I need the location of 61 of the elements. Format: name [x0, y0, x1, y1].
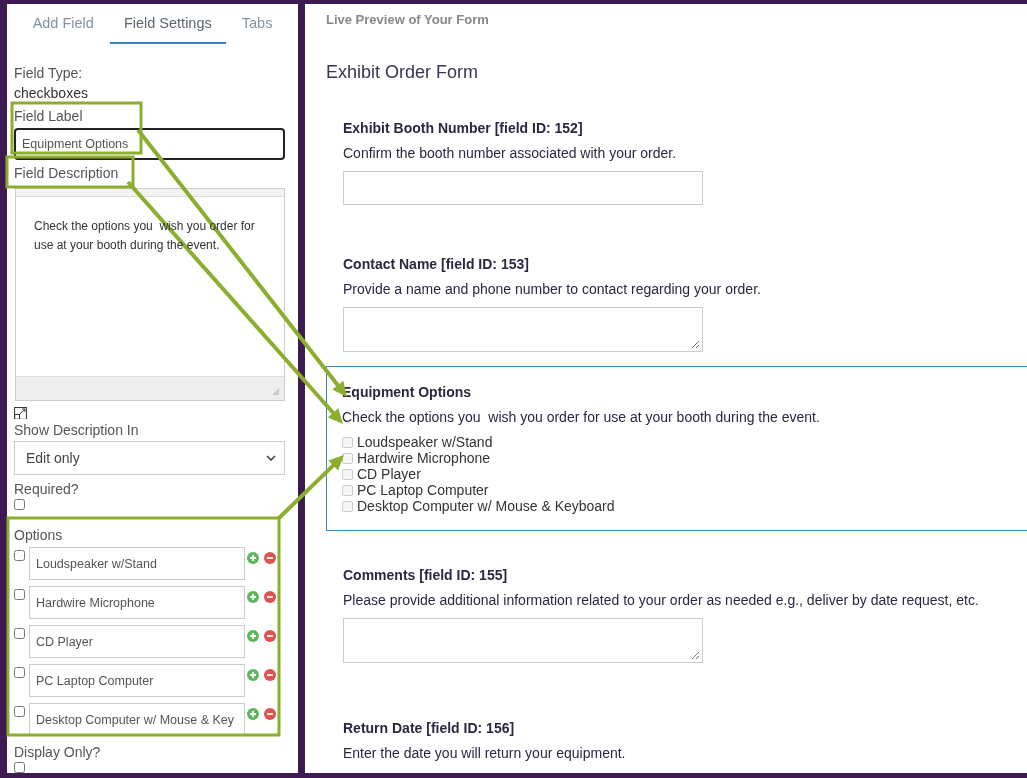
field-label: Return Date [field ID: 156]: [343, 719, 516, 737]
field-description: Check the options you wish you order for use at your booth during the event.: [342, 408, 821, 426]
add-icon[interactable]: [247, 630, 259, 642]
option-label: CD Player: [357, 466, 421, 482]
show-description-select[interactable]: Edit only: [14, 441, 285, 475]
field-label: Exhibit Booth Number [field ID: 152]: [343, 119, 584, 137]
add-icon[interactable]: [247, 552, 259, 564]
tab[interactable]: Field Settings: [109, 4, 226, 44]
remove-icon[interactable]: [264, 591, 276, 603]
option-checkbox[interactable]: [14, 706, 25, 717]
field-description-label: Field Description: [14, 163, 119, 183]
option-input[interactable]: Desktop Computer w/ Mouse & Key: [29, 703, 245, 736]
checkbox[interactable]: [342, 452, 353, 464]
option-label: Desktop Computer w/ Mouse & Keyboard: [357, 498, 615, 514]
option-label: Loudspeaker w/Stand: [357, 434, 493, 450]
option-input[interactable]: PC Laptop Computer: [29, 664, 245, 697]
option-checkbox[interactable]: [14, 550, 25, 561]
option-checkbox[interactable]: [14, 667, 25, 678]
field-label-label: Field Label: [14, 107, 83, 127]
text-field[interactable]: [343, 171, 703, 205]
remove-icon[interactable]: [264, 552, 276, 564]
remove-icon[interactable]: [264, 708, 276, 720]
field-description: Provide a name and phone number to contact regarding your order.: [343, 280, 762, 298]
expand-icon[interactable]: [14, 406, 27, 420]
options-label: Options: [14, 526, 63, 545]
remove-icon[interactable]: [264, 669, 276, 681]
checkbox[interactable]: [342, 484, 353, 496]
checkbox[interactable]: [342, 500, 353, 512]
option-checkbox[interactable]: [14, 589, 25, 600]
add-icon[interactable]: [247, 708, 259, 720]
option-label: Hardwire Microphone: [357, 450, 491, 466]
show-description-label: Show Description In: [14, 421, 139, 441]
field-label: Contact Name [field ID: 153]: [343, 255, 530, 273]
display-only-checkbox[interactable]: [14, 762, 25, 773]
option-checkbox[interactable]: [14, 628, 25, 639]
field-type-label: Field Type:: [14, 64, 83, 84]
option-input[interactable]: Loudspeaker w/Stand: [29, 547, 245, 580]
resize-grip-icon: [691, 340, 700, 349]
field-type-value: checkboxes: [14, 84, 89, 104]
field-label: Comments [field ID: 155]: [343, 566, 509, 584]
preview-header: Live Preview of Your Form: [326, 11, 490, 29]
required-label: Required?: [14, 480, 79, 499]
annotation-arrow: [277, 455, 344, 520]
checkbox[interactable]: [342, 436, 353, 448]
field-label-input[interactable]: Equipment Options: [14, 128, 285, 160]
option-input[interactable]: Hardwire Microphone: [29, 586, 245, 619]
chevron-down-icon: [266, 455, 276, 462]
add-icon[interactable]: [247, 591, 259, 603]
resize-grip-icon: [691, 651, 700, 660]
add-icon[interactable]: [247, 669, 259, 681]
field-description: Confirm the booth number associated with your order.: [343, 144, 678, 162]
option-input[interactable]: CD Player: [29, 625, 245, 658]
form-title: Exhibit Order Form: [326, 61, 480, 83]
resize-grip-icon: [271, 386, 280, 396]
checkbox[interactable]: [342, 468, 353, 480]
required-checkbox[interactable]: [14, 499, 25, 510]
option-label: PC Laptop Computer: [357, 482, 489, 498]
remove-icon[interactable]: [264, 630, 276, 642]
display-only-label: Display Only?: [14, 743, 101, 762]
field-description: Please provide additional information related to your order as needed e.g., deliver by date request, etc.: [343, 591, 980, 609]
field-description: Enter the date you will return your equipment.: [343, 744, 627, 762]
